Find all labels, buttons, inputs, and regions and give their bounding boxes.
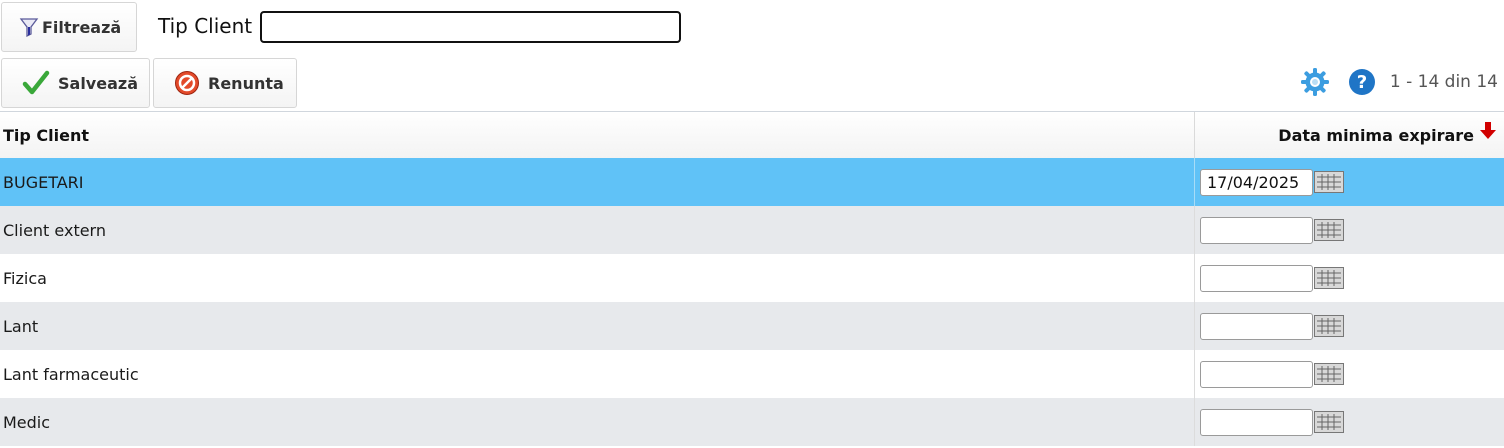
cancel-button[interactable]: Renunta <box>153 58 297 108</box>
table-row[interactable]: Lant <box>0 302 1504 350</box>
table-row[interactable]: Fizica <box>0 254 1504 302</box>
date-cell <box>1195 350 1504 398</box>
date-cell <box>1195 158 1504 206</box>
table-row[interactable]: Client extern <box>0 206 1504 254</box>
svg-text:?: ? <box>1357 72 1367 93</box>
calendar-icon[interactable] <box>1314 411 1344 433</box>
date-cell <box>1195 398 1504 446</box>
client-type-grid: Tip Client Data minima expirare BUGETARI… <box>0 111 1504 446</box>
toolbar-right: ? 1 - 14 din 14 <box>1300 66 1498 98</box>
calendar-icon[interactable] <box>1314 267 1344 289</box>
tip-client-cell: Medic <box>0 398 1195 446</box>
date-input[interactable] <box>1200 264 1313 292</box>
filter-button[interactable]: Filtrează <box>1 2 137 52</box>
save-button[interactable]: Salvează <box>1 58 150 108</box>
tip-client-filter-label: Tip Client <box>158 14 253 38</box>
tip-client-cell: BUGETARI <box>0 158 1195 206</box>
date-input[interactable] <box>1200 168 1313 196</box>
table-row[interactable]: Medic <box>0 398 1504 446</box>
help-icon[interactable]: ? <box>1348 68 1376 96</box>
funnel-icon <box>19 18 39 38</box>
tip-client-cell: Lant <box>0 302 1195 350</box>
page: Filtrează Tip Client Salvează Renunta ? … <box>0 0 1504 448</box>
save-button-label: Salvează <box>58 73 138 93</box>
tip-client-filter-input[interactable] <box>260 11 681 43</box>
date-input[interactable] <box>1200 408 1313 436</box>
date-cell <box>1195 302 1504 350</box>
column-header-tip-client-label: Tip Client <box>3 125 90 145</box>
date-cell <box>1195 206 1504 254</box>
filter-bar: Filtrează Tip Client <box>0 0 1504 54</box>
date-input[interactable] <box>1200 312 1313 340</box>
date-cell <box>1195 254 1504 302</box>
date-input[interactable] <box>1200 360 1313 388</box>
column-header-tip-client[interactable]: Tip Client <box>0 112 1195 158</box>
calendar-icon[interactable] <box>1314 171 1344 193</box>
tip-client-cell: Client extern <box>0 206 1195 254</box>
date-input[interactable] <box>1200 216 1313 244</box>
cancel-button-label: Renunta <box>208 73 284 93</box>
calendar-icon[interactable] <box>1314 315 1344 337</box>
table-row[interactable]: BUGETARI <box>0 158 1504 206</box>
calendar-icon[interactable] <box>1314 219 1344 241</box>
tip-client-cell: Lant farmaceutic <box>0 350 1195 398</box>
pagination-text: 1 - 14 din 14 <box>1389 72 1498 92</box>
table-row[interactable]: Lant farmaceutic <box>0 350 1504 398</box>
sort-desc-icon[interactable] <box>1478 121 1498 141</box>
column-header-data-label: Data minima expirare <box>1278 125 1474 145</box>
gear-icon[interactable] <box>1300 67 1330 97</box>
grid-header: Tip Client Data minima expirare <box>0 111 1504 158</box>
filter-button-label: Filtrează <box>42 17 122 37</box>
column-header-data-minima-expirare[interactable]: Data minima expirare <box>1195 112 1504 158</box>
checkmark-icon <box>22 70 50 95</box>
tip-client-cell: Fizica <box>0 254 1195 302</box>
cancel-icon <box>175 71 199 95</box>
calendar-icon[interactable] <box>1314 363 1344 385</box>
